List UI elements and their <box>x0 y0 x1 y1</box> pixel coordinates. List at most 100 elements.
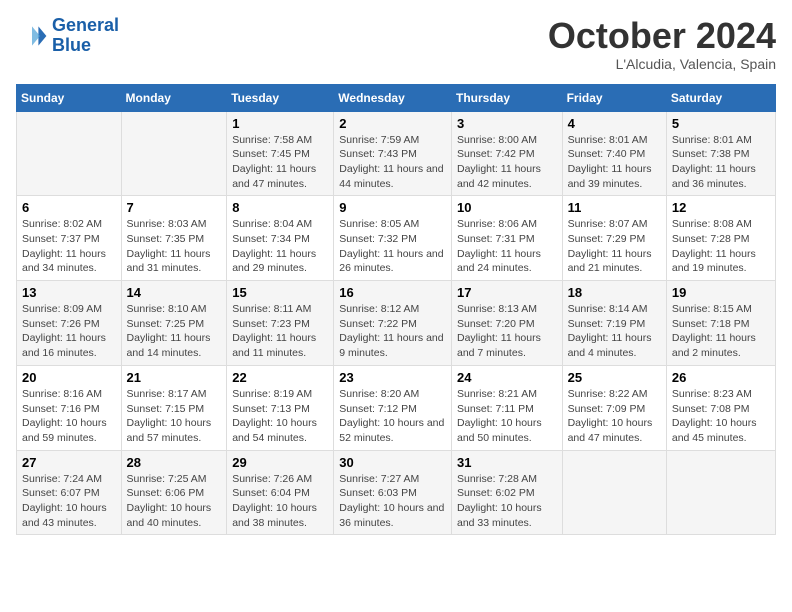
day-number: 27 <box>22 455 116 470</box>
sunset: Sunset: 7:11 PM <box>457 402 557 417</box>
sunset: Sunset: 7:42 PM <box>457 147 557 162</box>
sunset: Sunset: 7:15 PM <box>127 402 222 417</box>
sunrise: Sunrise: 8:22 AM <box>568 387 661 402</box>
day-number: 29 <box>232 455 328 470</box>
day-number: 8 <box>232 200 328 215</box>
day-cell: 8 Sunrise: 8:04 AM Sunset: 7:34 PM Dayli… <box>227 196 334 281</box>
day-info: Sunrise: 8:01 AM Sunset: 7:38 PM Dayligh… <box>672 133 770 192</box>
sunset: Sunset: 7:25 PM <box>127 317 222 332</box>
day-number: 22 <box>232 370 328 385</box>
day-cell: 6 Sunrise: 8:02 AM Sunset: 7:37 PM Dayli… <box>17 196 122 281</box>
day-number: 15 <box>232 285 328 300</box>
day-number: 5 <box>672 116 770 131</box>
day-cell: 3 Sunrise: 8:00 AM Sunset: 7:42 PM Dayli… <box>451 111 562 196</box>
sunrise: Sunrise: 8:12 AM <box>339 302 446 317</box>
day-info: Sunrise: 8:01 AM Sunset: 7:40 PM Dayligh… <box>568 133 661 192</box>
day-info: Sunrise: 8:09 AM Sunset: 7:26 PM Dayligh… <box>22 302 116 361</box>
day-cell <box>17 111 122 196</box>
day-number: 24 <box>457 370 557 385</box>
day-number: 19 <box>672 285 770 300</box>
day-info: Sunrise: 8:16 AM Sunset: 7:16 PM Dayligh… <box>22 387 116 446</box>
daylight: Daylight: 11 hours and 42 minutes. <box>457 162 557 191</box>
daylight: Daylight: 10 hours and 50 minutes. <box>457 416 557 445</box>
daylight: Daylight: 10 hours and 59 minutes. <box>22 416 116 445</box>
day-cell <box>121 111 227 196</box>
day-info: Sunrise: 8:12 AM Sunset: 7:22 PM Dayligh… <box>339 302 446 361</box>
sunset: Sunset: 7:18 PM <box>672 317 770 332</box>
day-cell: 10 Sunrise: 8:06 AM Sunset: 7:31 PM Dayl… <box>451 196 562 281</box>
sunset: Sunset: 7:40 PM <box>568 147 661 162</box>
logo-line1: General <box>52 15 119 35</box>
daylight: Daylight: 10 hours and 36 minutes. <box>339 501 446 530</box>
day-info: Sunrise: 8:19 AM Sunset: 7:13 PM Dayligh… <box>232 387 328 446</box>
sunrise: Sunrise: 8:19 AM <box>232 387 328 402</box>
sunrise: Sunrise: 8:15 AM <box>672 302 770 317</box>
day-cell: 28 Sunrise: 7:25 AM Sunset: 6:06 PM Dayl… <box>121 450 227 535</box>
day-info: Sunrise: 8:22 AM Sunset: 7:09 PM Dayligh… <box>568 387 661 446</box>
daylight: Daylight: 11 hours and 7 minutes. <box>457 331 557 360</box>
day-cell: 29 Sunrise: 7:26 AM Sunset: 6:04 PM Dayl… <box>227 450 334 535</box>
sunrise: Sunrise: 8:05 AM <box>339 217 446 232</box>
day-info: Sunrise: 7:25 AM Sunset: 6:06 PM Dayligh… <box>127 472 222 531</box>
sunset: Sunset: 7:12 PM <box>339 402 446 417</box>
daylight: Daylight: 11 hours and 4 minutes. <box>568 331 661 360</box>
sunrise: Sunrise: 8:13 AM <box>457 302 557 317</box>
day-number: 16 <box>339 285 446 300</box>
day-number: 3 <box>457 116 557 131</box>
day-info: Sunrise: 7:59 AM Sunset: 7:43 PM Dayligh… <box>339 133 446 192</box>
sunset: Sunset: 7:26 PM <box>22 317 116 332</box>
week-row-5: 27 Sunrise: 7:24 AM Sunset: 6:07 PM Dayl… <box>17 450 776 535</box>
sunrise: Sunrise: 8:03 AM <box>127 217 222 232</box>
day-cell: 12 Sunrise: 8:08 AM Sunset: 7:28 PM Dayl… <box>666 196 775 281</box>
sunrise: Sunrise: 8:21 AM <box>457 387 557 402</box>
day-info: Sunrise: 8:07 AM Sunset: 7:29 PM Dayligh… <box>568 217 661 276</box>
sunset: Sunset: 6:02 PM <box>457 486 557 501</box>
day-number: 25 <box>568 370 661 385</box>
day-cell: 27 Sunrise: 7:24 AM Sunset: 6:07 PM Dayl… <box>17 450 122 535</box>
day-number: 21 <box>127 370 222 385</box>
day-cell: 15 Sunrise: 8:11 AM Sunset: 7:23 PM Dayl… <box>227 281 334 366</box>
sunset: Sunset: 7:13 PM <box>232 402 328 417</box>
sunset: Sunset: 6:03 PM <box>339 486 446 501</box>
day-cell: 25 Sunrise: 8:22 AM Sunset: 7:09 PM Dayl… <box>562 365 666 450</box>
day-info: Sunrise: 8:08 AM Sunset: 7:28 PM Dayligh… <box>672 217 770 276</box>
day-info: Sunrise: 8:03 AM Sunset: 7:35 PM Dayligh… <box>127 217 222 276</box>
daylight: Daylight: 11 hours and 36 minutes. <box>672 162 770 191</box>
day-number: 28 <box>127 455 222 470</box>
day-cell: 24 Sunrise: 8:21 AM Sunset: 7:11 PM Dayl… <box>451 365 562 450</box>
daylight: Daylight: 10 hours and 40 minutes. <box>127 501 222 530</box>
week-row-3: 13 Sunrise: 8:09 AM Sunset: 7:26 PM Dayl… <box>17 281 776 366</box>
sunset: Sunset: 7:32 PM <box>339 232 446 247</box>
sunrise: Sunrise: 8:01 AM <box>568 133 661 148</box>
day-info: Sunrise: 8:04 AM Sunset: 7:34 PM Dayligh… <box>232 217 328 276</box>
day-cell: 2 Sunrise: 7:59 AM Sunset: 7:43 PM Dayli… <box>334 111 452 196</box>
day-number: 11 <box>568 200 661 215</box>
day-cell: 19 Sunrise: 8:15 AM Sunset: 7:18 PM Dayl… <box>666 281 775 366</box>
sunset: Sunset: 6:06 PM <box>127 486 222 501</box>
daylight: Daylight: 11 hours and 24 minutes. <box>457 247 557 276</box>
daylight: Daylight: 11 hours and 2 minutes. <box>672 331 770 360</box>
sunrise: Sunrise: 7:59 AM <box>339 133 446 148</box>
day-cell: 7 Sunrise: 8:03 AM Sunset: 7:35 PM Dayli… <box>121 196 227 281</box>
day-number: 18 <box>568 285 661 300</box>
daylight: Daylight: 11 hours and 44 minutes. <box>339 162 446 191</box>
sunset: Sunset: 7:22 PM <box>339 317 446 332</box>
location: L'Alcudia, Valencia, Spain <box>548 56 776 72</box>
day-cell: 17 Sunrise: 8:13 AM Sunset: 7:20 PM Dayl… <box>451 281 562 366</box>
day-number: 7 <box>127 200 222 215</box>
sunset: Sunset: 7:45 PM <box>232 147 328 162</box>
sunset: Sunset: 6:04 PM <box>232 486 328 501</box>
daylight: Daylight: 10 hours and 52 minutes. <box>339 416 446 445</box>
day-info: Sunrise: 8:23 AM Sunset: 7:08 PM Dayligh… <box>672 387 770 446</box>
daylight: Daylight: 10 hours and 45 minutes. <box>672 416 770 445</box>
sunset: Sunset: 7:35 PM <box>127 232 222 247</box>
day-number: 20 <box>22 370 116 385</box>
day-number: 23 <box>339 370 446 385</box>
col-header-monday: Monday <box>121 84 227 111</box>
sunset: Sunset: 7:09 PM <box>568 402 661 417</box>
sunset: Sunset: 7:43 PM <box>339 147 446 162</box>
sunrise: Sunrise: 7:27 AM <box>339 472 446 487</box>
day-cell: 13 Sunrise: 8:09 AM Sunset: 7:26 PM Dayl… <box>17 281 122 366</box>
day-number: 1 <box>232 116 328 131</box>
sunrise: Sunrise: 7:58 AM <box>232 133 328 148</box>
